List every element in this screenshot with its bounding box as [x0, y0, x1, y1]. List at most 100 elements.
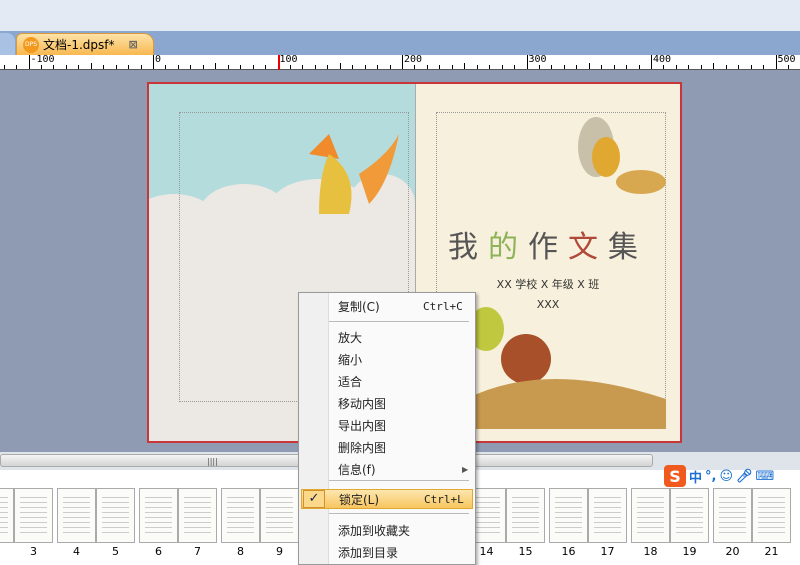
- ruler-tick: [165, 65, 167, 69]
- thumbnail-page-number: 9: [276, 545, 283, 558]
- menu-item-label: 锁定(L): [339, 492, 380, 507]
- thumbnail-page[interactable]: [221, 488, 260, 543]
- menu-item-label: 放大: [338, 330, 363, 345]
- thumbnail-page-number: 6: [155, 545, 162, 558]
- fox-illustration: [309, 134, 399, 214]
- ruler-tick: [364, 65, 366, 69]
- horizontal-ruler: -100 0 100 200 300 400 500: [0, 55, 800, 70]
- emoji-icon[interactable]: ☺: [719, 469, 733, 484]
- ruler-tick: [601, 65, 603, 69]
- thumbnail-page[interactable]: [588, 488, 627, 543]
- title-area: [0, 0, 800, 31]
- thumbnail-page[interactable]: [14, 488, 53, 543]
- menu-item[interactable]: 添加到收藏夹: [301, 520, 473, 540]
- ruler-marker[interactable]: [277, 55, 280, 70]
- ruler-tick: [115, 65, 117, 69]
- thumbnail-page[interactable]: [260, 488, 299, 543]
- animals-illustration: [466, 307, 666, 429]
- thumbnail-page-number: 3: [30, 545, 37, 558]
- thumbnail-page[interactable]: [670, 488, 709, 543]
- title-character: 我: [448, 230, 488, 265]
- menu-item-label: 添加到收藏夹: [338, 523, 411, 538]
- ruler-tick: [78, 65, 80, 69]
- microphone-icon[interactable]: 🎤︎: [736, 469, 753, 484]
- menu-item-label: 适合: [338, 374, 363, 389]
- ruler-tick: [215, 63, 217, 69]
- ruler-tick: [750, 65, 752, 69]
- keyboard-icon[interactable]: ⌨: [756, 469, 775, 484]
- thumbnail-page[interactable]: [57, 488, 96, 543]
- menu-item-label: 复制(C): [338, 299, 380, 314]
- ruler-tick: [252, 65, 254, 69]
- thumbnail-page-number: 2: [0, 545, 14, 558]
- ruler-tick: [202, 65, 204, 69]
- ruler-tick: [227, 65, 229, 69]
- menu-item[interactable]: 放大: [301, 327, 473, 347]
- thumbnail-page-number: 20: [725, 545, 740, 558]
- ime-toolbar[interactable]: S 中 °, ☺ 🎤︎ ⌨: [664, 465, 774, 487]
- thumbnail-page-number: 21: [764, 545, 779, 558]
- menu-item-label: 删除内图: [338, 440, 387, 455]
- title-character: 作: [528, 230, 568, 265]
- ime-punctuation[interactable]: °,: [705, 469, 716, 484]
- sogou-logo-icon[interactable]: S: [664, 465, 686, 487]
- ruler-tick: [588, 63, 590, 69]
- thumbnail-page-number: 19: [682, 545, 697, 558]
- menu-item-shortcut: Ctrl+L: [424, 492, 464, 506]
- ruler-tick: [501, 65, 503, 69]
- menu-item[interactable]: 信息(f) ▶: [301, 459, 473, 479]
- menu-item-label: 移动内图: [338, 396, 387, 411]
- ruler-tick: [314, 65, 316, 69]
- ruler-tick: [763, 65, 765, 69]
- title-character: 的: [488, 230, 528, 265]
- document-title: 我的作文集: [416, 222, 680, 266]
- ruler-tick: [140, 65, 142, 69]
- menu-item[interactable]: 适合: [301, 371, 473, 391]
- menu-item[interactable]: 删除内图: [301, 437, 473, 457]
- ruler-tick: [464, 63, 466, 69]
- ruler-tick: [265, 65, 267, 69]
- thumbnail-page[interactable]: [631, 488, 670, 543]
- ime-mode[interactable]: 中: [689, 467, 702, 486]
- menu-item[interactable]: 锁定(L) Ctrl+L ✓: [301, 489, 473, 509]
- ruler-tick: [713, 63, 715, 69]
- menu-item[interactable]: 移动内图: [301, 393, 473, 413]
- close-icon[interactable]: ⊠: [129, 38, 138, 51]
- menu-item-label: 信息(f): [338, 462, 376, 477]
- thumbnail-page[interactable]: [178, 488, 217, 543]
- thumbnail-page-number: 4: [73, 545, 80, 558]
- ruler-tick: [240, 65, 242, 69]
- menu-separator: [329, 480, 469, 481]
- dps-logo-icon: DPS: [23, 36, 39, 53]
- menu-item-label: 添加到目录: [338, 545, 399, 560]
- ruler-tick: [738, 65, 740, 69]
- ruler-label: -100: [28, 54, 55, 67]
- thumbnail-page[interactable]: [506, 488, 545, 543]
- thumbnail-page[interactable]: [139, 488, 178, 543]
- tab-document[interactable]: DPS 文档-1.dpsf* ⊠: [16, 33, 154, 55]
- ruler-label: 200: [402, 54, 423, 67]
- ruler-tick: [551, 65, 553, 69]
- thumbnail-page-number: 17: [600, 545, 615, 558]
- title-character: 文: [568, 230, 608, 265]
- school-class-text: XX 学校 X 年级 X 班: [496, 278, 600, 291]
- thumbnail-page[interactable]: [752, 488, 791, 543]
- thumbnail-page[interactable]: [0, 488, 14, 543]
- tab-bar: DPS 文档-1.dpsf* ⊠: [0, 31, 800, 55]
- thumbnail-page[interactable]: [713, 488, 752, 543]
- checkmark-icon: ✓: [303, 490, 325, 508]
- ruler-tick: [65, 65, 67, 69]
- tab-previous[interactable]: [0, 33, 15, 55]
- ruler-tick: [3, 65, 5, 69]
- menu-item-label: 缩小: [338, 352, 363, 367]
- menu-item[interactable]: 导出内图: [301, 415, 473, 435]
- menu-item[interactable]: 缩小: [301, 349, 473, 369]
- ruler-label: 100: [277, 54, 298, 67]
- ruler-tick: [426, 65, 428, 69]
- menu-item[interactable]: 复制(C) Ctrl+C: [301, 296, 473, 316]
- thumbnail-page[interactable]: [96, 488, 135, 543]
- menu-item[interactable]: 添加到目录: [301, 542, 473, 562]
- ruler-tick: [339, 63, 341, 69]
- thumbnail-page[interactable]: [549, 488, 588, 543]
- ruler-tick: [128, 65, 130, 69]
